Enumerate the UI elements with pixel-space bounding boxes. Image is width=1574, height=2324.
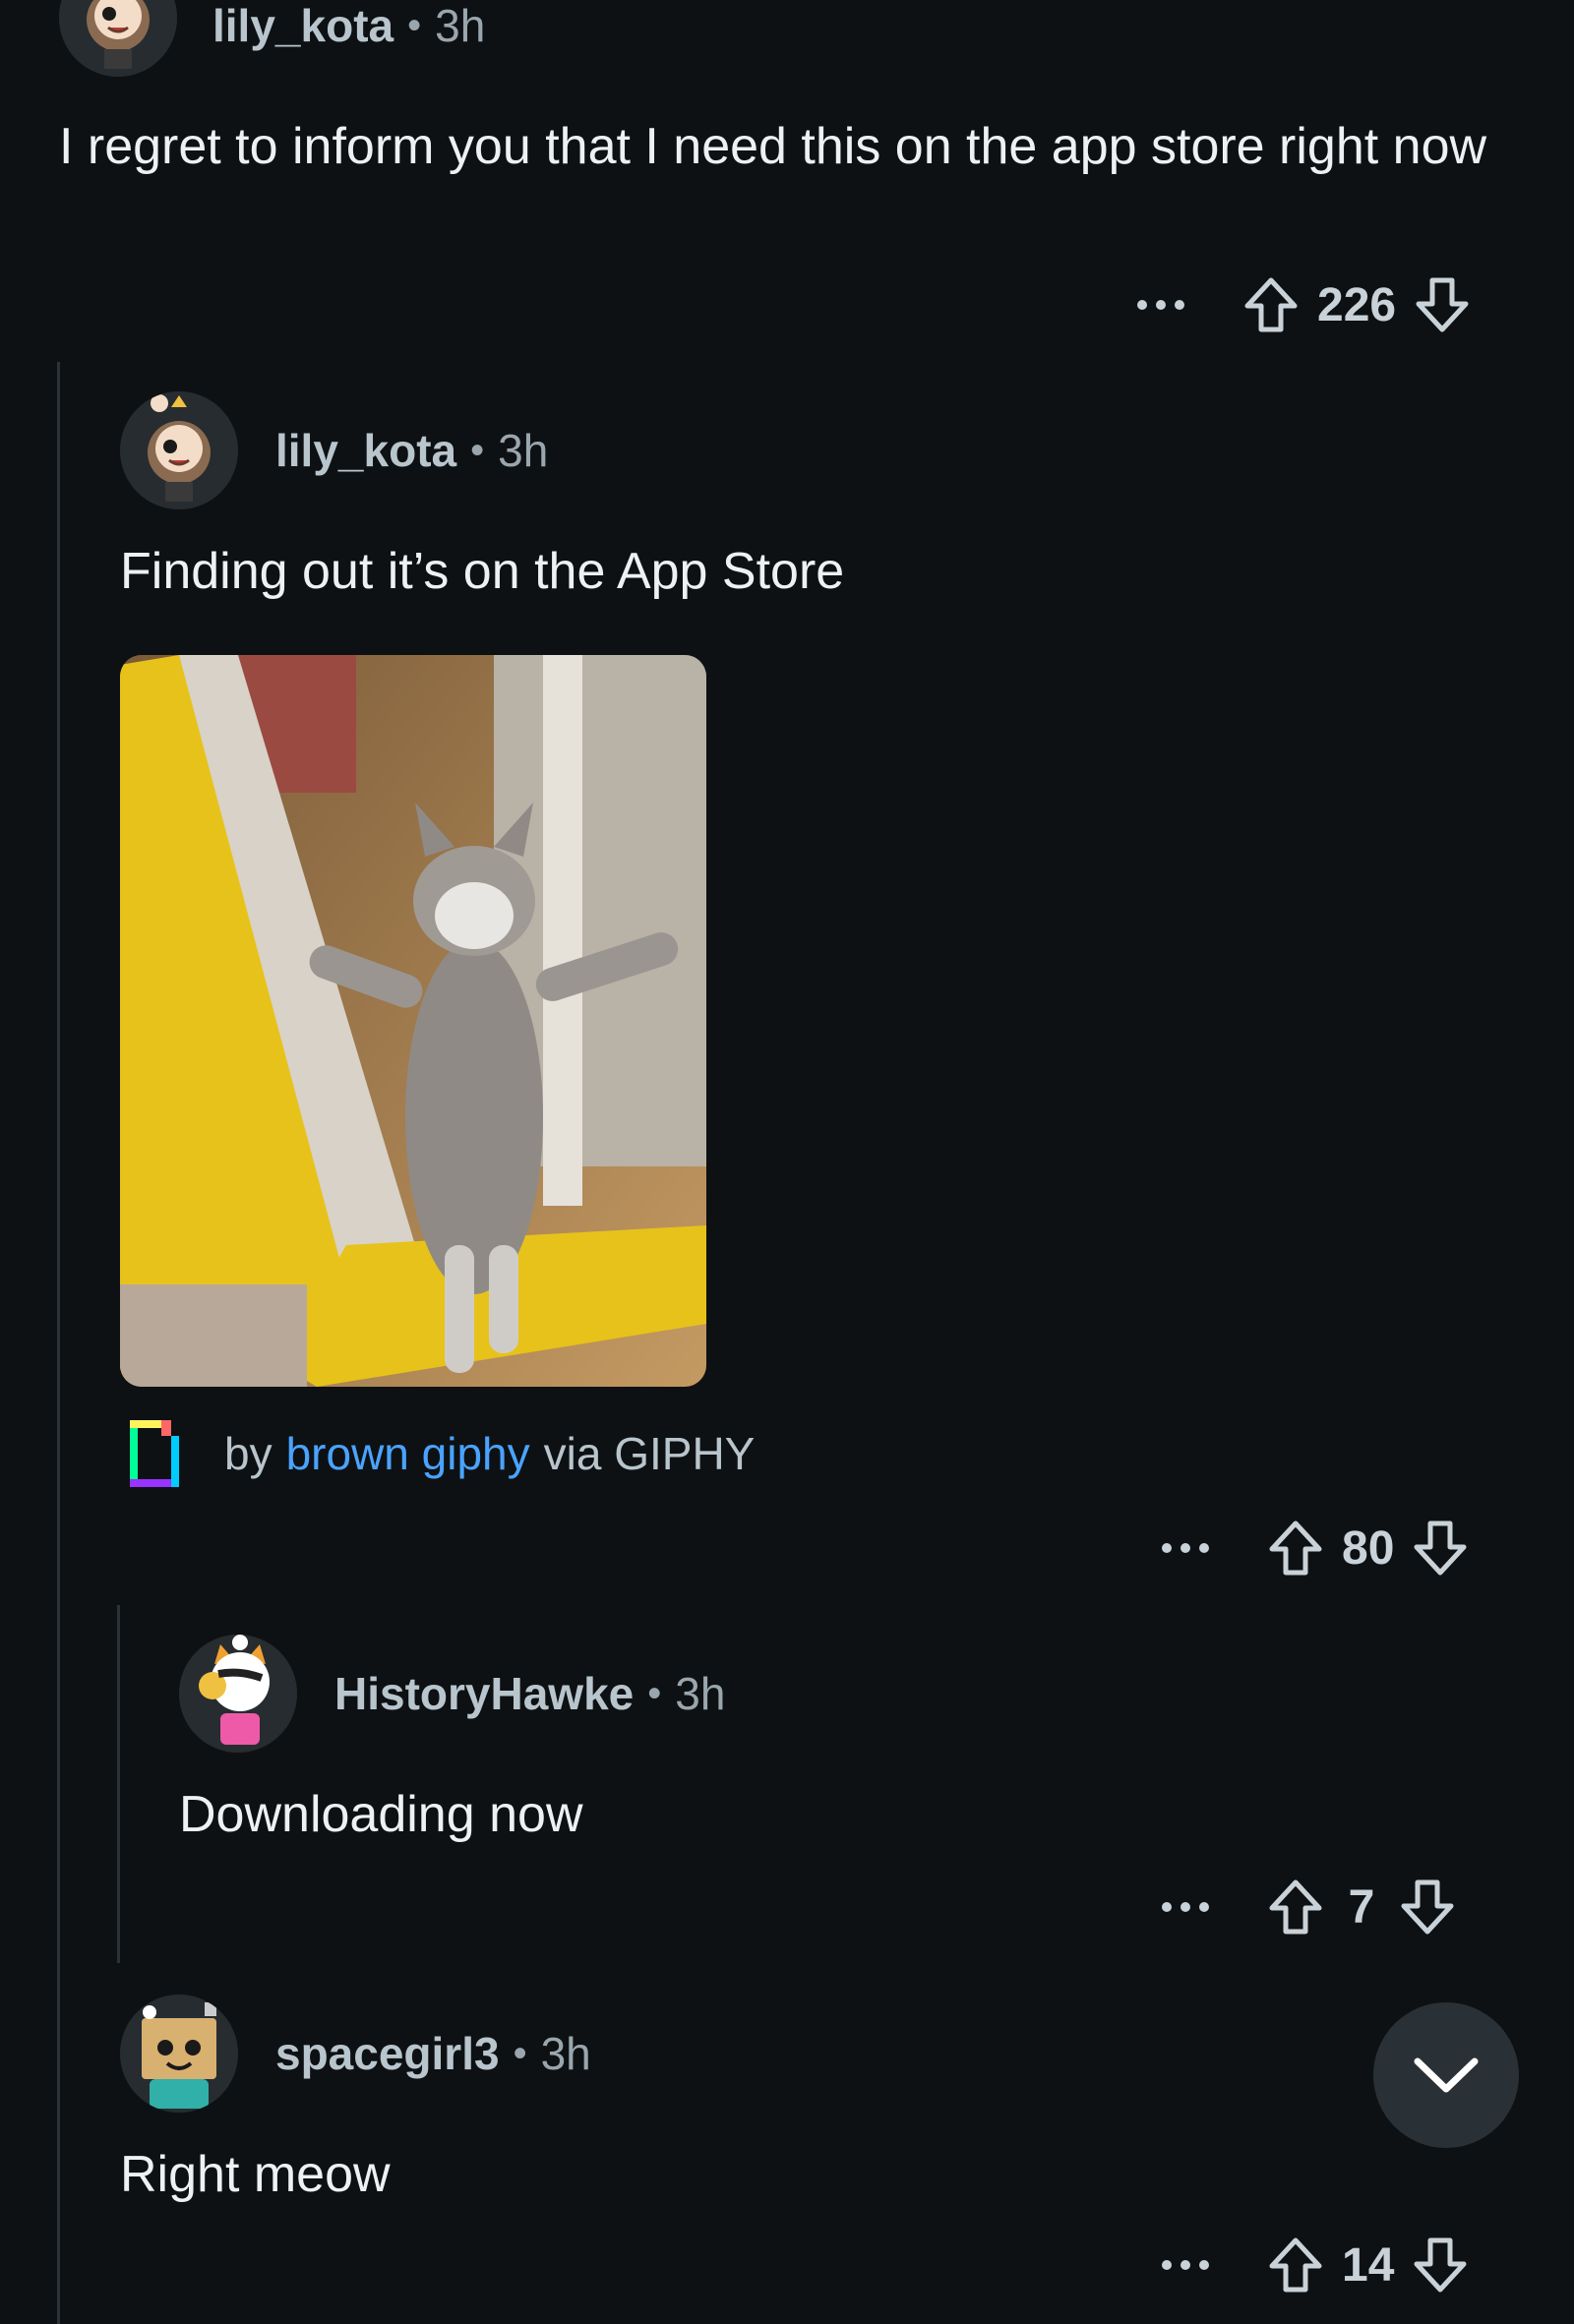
username[interactable]: HistoryHawke (334, 1667, 634, 1720)
comment-actions: 14 (1151, 2231, 1475, 2299)
username[interactable]: spacegirl3 (275, 2027, 500, 2080)
separator-dot: • (513, 2031, 527, 2075)
gif-attribution: by brown giphy via GIPHY (124, 1414, 755, 1493)
avatar-image (120, 391, 238, 509)
avatar-image (59, 0, 177, 77)
avatar[interactable] (120, 391, 238, 509)
more-icon (1162, 1543, 1209, 1553)
more-options-button[interactable] (1151, 1514, 1220, 1582)
downvote-button[interactable] (1393, 1873, 1462, 1941)
timestamp: 3h (675, 1668, 726, 1719)
upvote-button[interactable] (1237, 270, 1305, 339)
upvote-button[interactable] (1261, 2231, 1330, 2299)
comment-actions: 226 (1126, 270, 1477, 339)
comment-actions: 80 (1151, 1514, 1475, 1582)
downvote-button[interactable] (1406, 2231, 1475, 2299)
attribution-via: via GIPHY (543, 1428, 756, 1479)
downvote-button[interactable] (1408, 270, 1477, 339)
upvote-button[interactable] (1261, 1873, 1330, 1941)
avatar[interactable] (59, 0, 177, 77)
separator-dot: • (647, 1671, 662, 1715)
upvote-icon (1244, 277, 1298, 332)
comment-text: Right meow (120, 2146, 391, 2203)
attribution-by: by (224, 1428, 272, 1479)
attribution-author-link[interactable]: brown giphy (286, 1427, 530, 1480)
vote-score: 14 (1342, 2238, 1395, 2292)
giphy-icon[interactable] (124, 1414, 185, 1493)
downvote-icon (1401, 1879, 1454, 1935)
downvote-button[interactable] (1406, 1514, 1475, 1582)
username[interactable]: lily_kota (212, 0, 394, 52)
more-icon (1162, 2260, 1209, 2270)
timestamp: 3h (540, 2028, 591, 2079)
vote-score: 80 (1342, 1521, 1395, 1575)
avatar[interactable] (120, 1995, 238, 2113)
upvote-icon (1269, 1520, 1322, 1576)
downvote-icon (1416, 277, 1469, 332)
comment-header: lily_kota • 3h (212, 0, 485, 55)
thread-line[interactable] (57, 362, 60, 2324)
thread-line[interactable] (117, 1605, 120, 1963)
jump-to-next-comment-button[interactable] (1373, 2002, 1519, 2148)
more-options-button[interactable] (1126, 270, 1195, 339)
separator-dot: • (407, 3, 422, 47)
avatar-image (179, 1635, 297, 1753)
vote-score: 7 (1348, 1880, 1375, 1934)
downvote-icon (1414, 1520, 1467, 1576)
upvote-icon (1269, 2237, 1322, 2293)
more-options-button[interactable] (1151, 2231, 1220, 2299)
more-icon (1162, 1902, 1209, 1912)
vote-score: 226 (1317, 278, 1397, 331)
comment-header: lily_kota • 3h (275, 421, 548, 480)
comment-header: HistoryHawke • 3h (334, 1664, 725, 1723)
timestamp: 3h (435, 0, 486, 51)
chevron-down-icon (1414, 2057, 1479, 2093)
comment-text: Finding out it’s on the App Store (120, 543, 845, 600)
cat-gif-illustration (120, 655, 706, 1387)
avatar-image (120, 1995, 238, 2113)
upvote-button[interactable] (1261, 1514, 1330, 1582)
upvote-icon (1269, 1879, 1322, 1935)
more-options-button[interactable] (1151, 1873, 1220, 1941)
timestamp: 3h (498, 425, 549, 476)
downvote-icon (1414, 2237, 1467, 2293)
separator-dot: • (470, 428, 485, 472)
more-icon (1137, 300, 1184, 310)
comment-text: Downloading now (179, 1786, 583, 1843)
gif-image[interactable] (120, 655, 706, 1387)
avatar[interactable] (179, 1635, 297, 1753)
username[interactable]: lily_kota (275, 424, 456, 477)
comment-text: I regret to inform you that I need this … (59, 118, 1487, 175)
comment-actions: 7 (1151, 1873, 1462, 1941)
comment-header: spacegirl3 • 3h (275, 2024, 591, 2083)
